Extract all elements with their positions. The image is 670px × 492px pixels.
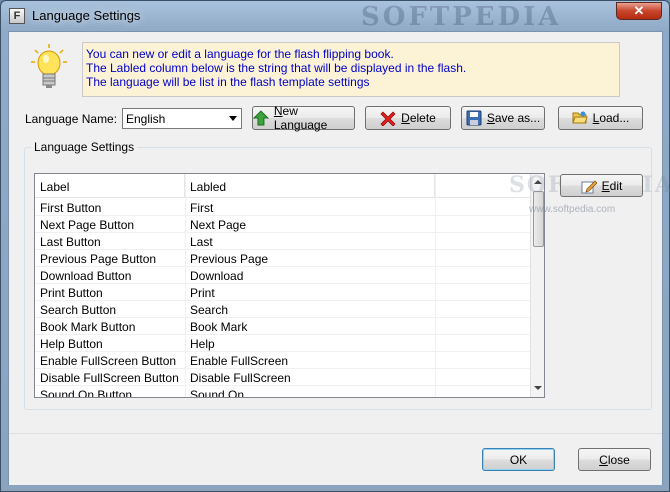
- accel: C: [599, 452, 608, 467]
- table-row[interactable]: Enable FullScreen Button Enable FullScree…: [35, 352, 530, 369]
- load-button[interactable]: Load...: [558, 106, 643, 130]
- language-select[interactable]: English: [122, 108, 242, 129]
- ok-label: OK: [509, 452, 528, 467]
- delete-label-text: elete: [409, 111, 436, 125]
- cell-labled: Help: [190, 337, 215, 351]
- new-label-text: ew Language: [273, 104, 328, 132]
- cell-labled: Previous Page: [190, 252, 269, 266]
- accel: N: [273, 104, 283, 118]
- folder-open-icon: [571, 111, 588, 124]
- cell-label: Book Mark Button: [40, 320, 136, 334]
- delete-label: Delete: [401, 111, 436, 125]
- edit-label: Edit: [602, 179, 623, 193]
- cell-label: Print Button: [40, 286, 103, 300]
- close-label: Close: [599, 453, 630, 467]
- load-label: Load...: [593, 111, 630, 125]
- title-bar[interactable]: F Language Settings SOFTPEDIA ✕: [1, 1, 669, 32]
- info-box: You can new or edit a language for the f…: [82, 42, 620, 97]
- cell-label: Download Button: [40, 269, 132, 283]
- grid-rows: First Button First Next Page Button Next Pa…: [35, 199, 530, 398]
- scroll-down-arrow-icon[interactable]: [534, 386, 542, 390]
- watermark-url: www.softpedia.com: [529, 204, 616, 215]
- table-row[interactable]: Print Button Print: [35, 284, 530, 301]
- cell-labled: Search: [190, 303, 229, 317]
- table-row[interactable]: Disable FullScreen Button Disable FullScr…: [35, 369, 530, 386]
- cell-label: Sound On Button: [40, 388, 133, 398]
- table-row[interactable]: Help Button Help: [35, 335, 530, 352]
- new-language-button[interactable]: New Language: [252, 104, 355, 132]
- window-close-button[interactable]: ✕: [616, 2, 662, 20]
- table-row[interactable]: Search Button Search: [35, 301, 530, 318]
- column-header-label[interactable]: Label: [35, 174, 185, 198]
- info-line: You can new or edit a language for the f…: [86, 47, 394, 61]
- table-row[interactable]: Sound On Button Sound On: [35, 386, 530, 398]
- cell-label: Next Page Button: [40, 218, 135, 232]
- chevron-down-icon[interactable]: [229, 116, 237, 121]
- accel: S: [486, 111, 495, 125]
- save-as-label: Save as...: [487, 111, 540, 125]
- watermark-title: SOFTPEDIA: [361, 2, 562, 32]
- edit-label-text: dit: [609, 178, 623, 193]
- dialog-client: You can new or edit a language for the f…: [8, 31, 670, 485]
- info-line: The Labled column below is the string th…: [86, 61, 467, 75]
- table-row[interactable]: Book Mark Button Book Mark: [35, 318, 530, 335]
- cell-labled: Disable FullScreen: [190, 371, 291, 385]
- cell-label: First Button: [40, 201, 102, 215]
- language-select-value: English: [126, 112, 166, 126]
- cell-label: Search Button: [40, 303, 117, 317]
- new-language-label: New Language: [274, 104, 354, 132]
- cell-label: Last Button: [40, 235, 101, 249]
- cell-label: Help Button: [40, 337, 103, 351]
- cell-labled: Download: [190, 269, 244, 283]
- table-row[interactable]: Last Button Last: [35, 233, 530, 250]
- floppy-disk-icon: [466, 110, 482, 126]
- edit-pencil-icon: [581, 180, 597, 193]
- language-name-label: Language Name:: [25, 112, 118, 126]
- delete-button[interactable]: Delete: [365, 106, 451, 130]
- info-line: The language will be list in the flash t…: [86, 75, 370, 89]
- cell-labled: Enable FullScreen: [190, 354, 289, 368]
- table-row[interactable]: Previous Page Button Previous Page: [35, 250, 530, 267]
- cell-labled: Sound On: [190, 388, 245, 398]
- save-as-button[interactable]: Save as...: [461, 106, 545, 130]
- table-row[interactable]: First Button First: [35, 199, 530, 216]
- cell-labled: Print: [190, 286, 215, 300]
- table-row[interactable]: Next Page Button Next Page: [35, 216, 530, 233]
- ok-button[interactable]: OK: [482, 448, 555, 471]
- delete-x-icon: [380, 111, 396, 126]
- app-icon: F: [9, 8, 25, 24]
- scroll-thumb[interactable]: [533, 191, 544, 247]
- lightbulb-icon: [31, 44, 67, 88]
- table-row[interactable]: Download Button Download: [35, 267, 530, 284]
- close-label-text: lose: [607, 452, 630, 467]
- edit-button[interactable]: Edit: [560, 174, 643, 197]
- accel: D: [401, 111, 410, 125]
- grid-header: Label Labled: [35, 174, 530, 198]
- group-title: Language Settings: [31, 140, 138, 154]
- labels-grid[interactable]: Label Labled First Button First Next Page …: [34, 173, 545, 398]
- dialog-window: F Language Settings SOFTPEDIA ✕ You can …: [0, 0, 670, 492]
- close-button[interactable]: Close: [578, 448, 651, 471]
- column-header-labled[interactable]: Labled: [185, 174, 435, 198]
- dialog-footer: OK Close: [9, 433, 662, 485]
- cell-label: Enable FullScreen Button: [40, 354, 177, 368]
- cell-labled: First: [190, 201, 214, 215]
- load-label-text: oad...: [599, 111, 630, 125]
- close-icon: ✕: [633, 3, 645, 18]
- cell-labled: Next Page: [190, 218, 247, 232]
- window-title: Language Settings: [32, 8, 141, 23]
- arrow-up-icon: [253, 110, 269, 126]
- save-as-label-text: ave as...: [494, 111, 541, 125]
- cell-label: Disable FullScreen Button: [40, 371, 179, 385]
- cell-label: Previous Page Button: [40, 252, 157, 266]
- accel: E: [601, 178, 610, 193]
- cell-labled: Last: [190, 235, 213, 249]
- cell-labled: Book Mark: [190, 320, 248, 334]
